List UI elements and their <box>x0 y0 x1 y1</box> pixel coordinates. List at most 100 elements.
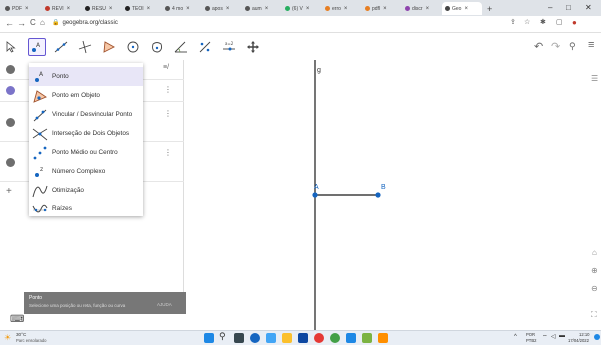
sidebar-icon[interactable]: ▢ <box>556 18 563 26</box>
close-tab-icon[interactable]: × <box>109 6 113 12</box>
search-taskbar-icon[interactable]: ⚲ <box>219 331 229 341</box>
browser-tab[interactable]: erro × <box>322 2 362 15</box>
browser-tab[interactable]: discr × <box>402 2 442 15</box>
visibility-dot-icon[interactable] <box>6 65 15 74</box>
chat-icon[interactable] <box>266 333 276 343</box>
conic-tool-icon[interactable] <box>148 38 166 56</box>
close-tab-icon[interactable]: × <box>186 6 190 12</box>
close-window-icon[interactable]: ✕ <box>585 3 592 12</box>
clock-date[interactable]: 17/04/2022 <box>568 338 589 343</box>
tray-chevron-icon[interactable]: ^ <box>514 334 517 340</box>
slider-tool-icon[interactable]: a=2 <box>220 38 238 56</box>
angle-tool-icon[interactable] <box>172 38 190 56</box>
start-icon[interactable] <box>204 333 214 343</box>
maximize-icon[interactable]: □ <box>566 3 571 12</box>
back-icon[interactable]: ← <box>5 18 14 28</box>
circle-tool-icon[interactable] <box>124 38 142 56</box>
polygon-tool-icon[interactable] <box>100 38 118 56</box>
visibility-dot-icon[interactable] <box>6 118 15 127</box>
close-tab-icon[interactable]: × <box>25 6 29 12</box>
lang-indicator[interactable]: POR <box>526 332 535 337</box>
graphics-view[interactable]: g A B ☰ ⌂ ⊕ ⊖ ⛶ <box>185 60 601 355</box>
store-icon[interactable] <box>298 333 308 343</box>
extensions-icon[interactable]: ✱ <box>540 18 546 26</box>
menu-item-ponto[interactable]: A Ponto <box>29 67 143 86</box>
point-tool-icon[interactable]: A <box>28 38 46 56</box>
new-tab-button[interactable]: + <box>484 2 495 15</box>
point-b[interactable] <box>375 192 381 198</box>
move-tool-icon[interactable] <box>2 38 20 56</box>
close-tab-icon[interactable]: × <box>67 6 71 12</box>
menu-item-vincular[interactable]: Vincular / Desvincular Ponto <box>29 105 143 124</box>
bookmark-star-icon[interactable]: ☆ <box>524 18 530 26</box>
browser-tab[interactable]: TEOI × <box>122 2 162 15</box>
task-view-icon[interactable] <box>234 333 244 343</box>
more-options-icon[interactable]: ⋮ <box>164 85 172 94</box>
close-tab-icon[interactable]: × <box>464 6 468 12</box>
keyboard-icon[interactable]: ⌨ <box>10 314 24 325</box>
lang-indicator-2[interactable]: PTB2 <box>526 338 536 343</box>
zoom-in-icon[interactable]: ⊕ <box>591 266 598 275</box>
close-tab-icon[interactable]: × <box>306 6 310 12</box>
wifi-icon[interactable]: ⌔ <box>542 333 548 341</box>
browser-tab[interactable]: Geo × <box>442 2 482 15</box>
clock-time[interactable]: 12:10 <box>579 332 589 337</box>
zoom-out-icon[interactable]: ⊖ <box>591 284 598 293</box>
menu-item-numero-complexo[interactable]: z Número Complexo <box>29 162 143 181</box>
menu-item-ponto-em-objeto[interactable]: Ponto em Objeto <box>29 86 143 105</box>
move-graphics-view-icon[interactable] <box>244 38 262 56</box>
close-tab-icon[interactable]: × <box>426 6 430 12</box>
browser-tab[interactable]: PDF × <box>2 2 42 15</box>
menu-item-otimizacao[interactable]: Otimização <box>29 181 143 200</box>
forward-icon[interactable]: → <box>17 18 26 28</box>
collapse-icon[interactable]: ☰ <box>591 74 598 83</box>
battery-icon[interactable]: ▬ <box>559 333 565 339</box>
minimize-icon[interactable]: – <box>548 3 552 12</box>
browser-tab[interactable]: apos × <box>202 2 242 15</box>
add-icon[interactable]: + <box>6 186 12 197</box>
app-icon[interactable] <box>362 333 372 343</box>
profile-icon[interactable]: ● <box>572 18 577 27</box>
notification-icon[interactable] <box>594 334 600 340</box>
perpendicular-tool-icon[interactable] <box>76 38 94 56</box>
browser-tab[interactable]: REVI × <box>42 2 82 15</box>
browser-tab[interactable]: (6) V × <box>282 2 322 15</box>
close-tab-icon[interactable]: × <box>383 6 387 12</box>
reload-icon[interactable]: C <box>30 18 36 27</box>
line-tool-icon[interactable] <box>52 38 70 56</box>
close-tab-icon[interactable]: × <box>344 6 348 12</box>
menu-item-raizes[interactable]: Raízes <box>29 200 143 216</box>
volume-icon[interactable]: ◁ <box>551 333 556 340</box>
browser-tab[interactable]: RESU × <box>82 2 122 15</box>
visibility-dot-icon[interactable] <box>6 86 15 95</box>
more-options-icon[interactable]: ⋮ <box>164 109 172 118</box>
file-explorer-icon[interactable] <box>282 333 292 343</box>
main-menu-icon[interactable]: ≡ <box>588 39 594 51</box>
share-icon[interactable]: ⇪ <box>510 18 516 26</box>
browser-tab[interactable]: 4 mo × <box>162 2 202 15</box>
opera-icon[interactable] <box>314 333 324 343</box>
home-view-icon[interactable]: ⌂ <box>592 248 597 257</box>
visibility-dot-icon[interactable] <box>6 158 15 167</box>
edge-icon[interactable] <box>250 333 260 343</box>
menu-item-intersecao[interactable]: Interseção de Dois Objetos <box>29 124 143 143</box>
more-options-icon[interactable]: ⋮ <box>164 148 172 157</box>
point-a[interactable] <box>312 192 318 198</box>
url-field[interactable]: 🔒 geogebra.org/classic <box>52 19 118 26</box>
redo-icon[interactable]: ↷ <box>551 40 560 53</box>
help-button[interactable]: AJUDA <box>157 302 172 307</box>
app-icon[interactable] <box>378 333 388 343</box>
search-icon[interactable]: ⚲ <box>569 41 576 52</box>
sort-icon[interactable]: ≡/ <box>163 64 169 71</box>
close-tab-icon[interactable]: × <box>265 6 269 12</box>
close-tab-icon[interactable]: × <box>147 6 151 12</box>
undo-icon[interactable]: ↶ <box>534 40 543 53</box>
browser-tab[interactable]: aum × <box>242 2 282 15</box>
chrome-icon[interactable] <box>330 333 340 343</box>
reflect-tool-icon[interactable] <box>196 38 214 56</box>
graphics-canvas[interactable] <box>185 60 601 355</box>
browser-tab[interactable]: pdfl × <box>362 2 402 15</box>
fullscreen-icon[interactable]: ⛶ <box>591 310 597 320</box>
close-tab-icon[interactable]: × <box>226 6 230 12</box>
mail-icon[interactable] <box>346 333 356 343</box>
